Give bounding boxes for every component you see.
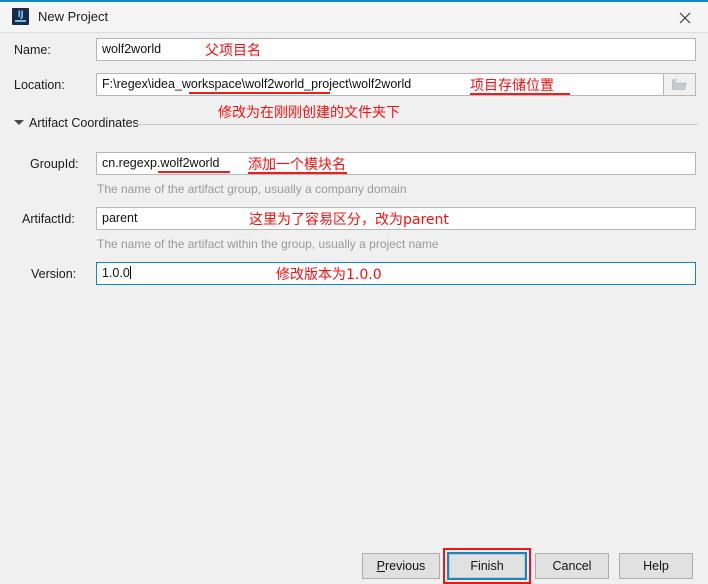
browse-folder-button[interactable] bbox=[664, 73, 696, 96]
annotation-location-note: 项目存储位置 bbox=[470, 78, 554, 94]
annotation-groupid-note: 添加一个模块名 bbox=[248, 157, 346, 173]
location-label: Location: bbox=[14, 78, 65, 92]
annotation-version-note: 修改版本为1.0.0 bbox=[276, 267, 382, 283]
artifact-coordinates-label: Artifact Coordinates bbox=[29, 116, 139, 130]
location-input[interactable]: F:\regex\idea_workspace\wolf2world_proje… bbox=[96, 73, 664, 96]
location-path-underline bbox=[189, 92, 330, 94]
name-label: Name: bbox=[14, 43, 51, 57]
help-button-label: Help bbox=[643, 559, 669, 573]
folder-open-icon bbox=[672, 79, 687, 90]
location-note-underline bbox=[470, 93, 570, 95]
chevron-down-icon bbox=[14, 120, 24, 125]
text-caret bbox=[129, 266, 131, 279]
groupid-helper-text: The name of the artifact group, usually … bbox=[97, 182, 407, 196]
title-bar: IJ New Project bbox=[0, 2, 708, 33]
groupid-note-underline bbox=[248, 172, 347, 174]
name-input[interactable]: wolf2world bbox=[96, 38, 696, 61]
artifactid-helper-text: The name of the artifact within the grou… bbox=[97, 237, 439, 251]
groupid-label: GroupId: bbox=[30, 157, 79, 171]
help-button[interactable]: Help bbox=[619, 553, 693, 579]
section-divider bbox=[136, 124, 698, 125]
previous-button[interactable]: Previous bbox=[362, 553, 440, 579]
intellij-idea-icon: IJ bbox=[12, 8, 29, 25]
finish-button-label: Finish bbox=[470, 559, 504, 573]
annotation-name-note: 父项目名 bbox=[205, 43, 261, 59]
version-label: Version: bbox=[31, 267, 77, 281]
annotation-location-sub-note: 修改为在刚刚创建的文件夹下 bbox=[218, 105, 400, 121]
window-title: New Project bbox=[38, 9, 109, 24]
cancel-button[interactable]: Cancel bbox=[535, 553, 609, 579]
new-project-dialog: IJ New Project Name: wolf2world 父项目名 Loc… bbox=[0, 0, 708, 584]
artifactid-label: ArtifactId: bbox=[22, 212, 75, 226]
version-value: 1.0.0 bbox=[102, 266, 130, 280]
groupid-value-underline bbox=[158, 171, 230, 173]
annotation-artifactid-note: 这里为了容易区分，改为parent bbox=[249, 212, 449, 228]
finish-button[interactable]: Finish bbox=[449, 554, 525, 578]
version-input[interactable]: 1.0.0 bbox=[96, 262, 696, 285]
cancel-button-label: Cancel bbox=[552, 559, 592, 573]
close-icon[interactable] bbox=[662, 3, 708, 32]
previous-button-label: Previous bbox=[376, 559, 426, 573]
